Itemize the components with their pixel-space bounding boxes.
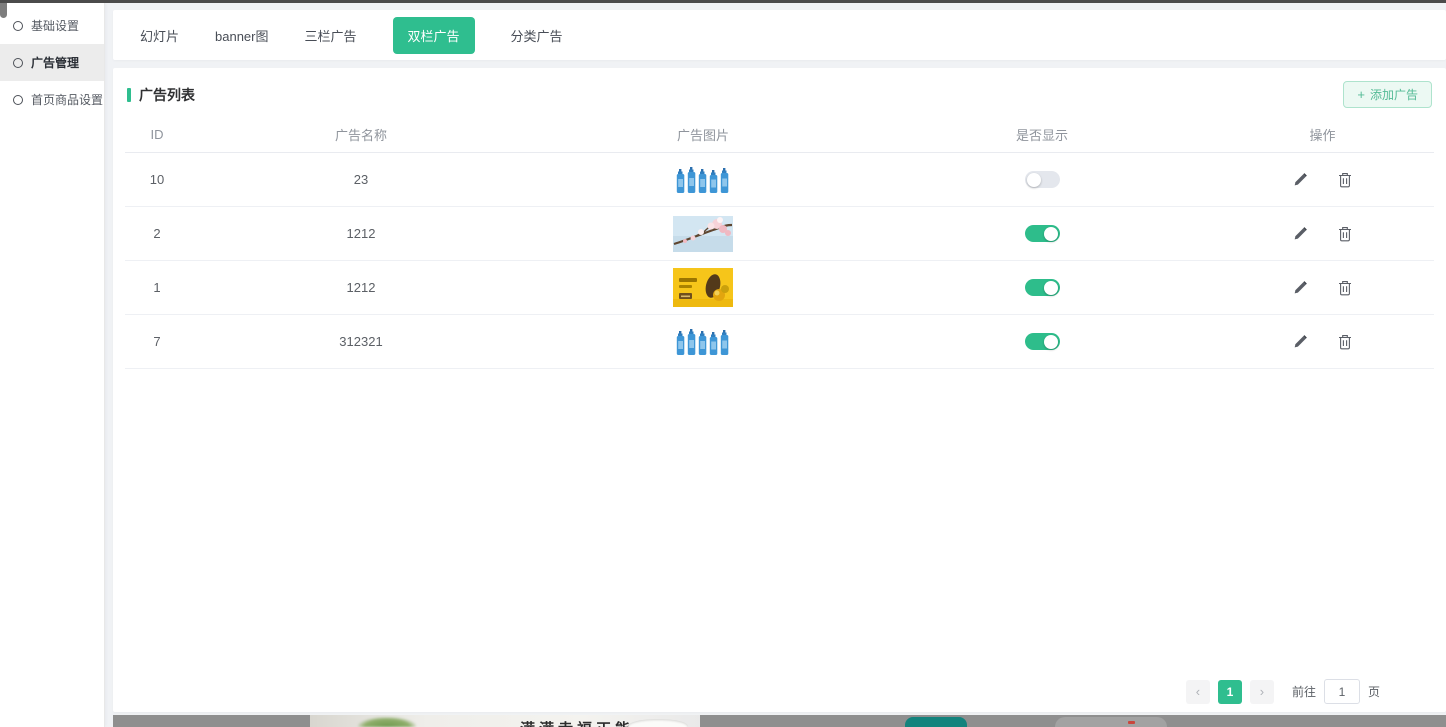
cell-id: 10 bbox=[125, 172, 189, 187]
edit-icon[interactable] bbox=[1293, 172, 1308, 187]
header-ad-image: 广告图片 bbox=[533, 118, 873, 152]
circle-icon bbox=[13, 95, 23, 105]
cell-ad-name: 312321 bbox=[189, 334, 533, 349]
cell-id: 1 bbox=[125, 280, 189, 295]
tab-two-column-ad[interactable]: 双栏广告 bbox=[393, 17, 475, 54]
ad-type-tabs: 幻灯片 banner图 三栏广告 双栏广告 分类广告 bbox=[113, 10, 1446, 60]
ad-thumbnail bbox=[673, 268, 733, 307]
peek-teal-element bbox=[905, 717, 967, 727]
edit-icon[interactable] bbox=[1293, 334, 1308, 349]
app-layout: 基础设置 广告管理 首页商品设置 幻灯片 banner图 三栏广告 双栏广告 分… bbox=[0, 0, 1446, 727]
plate-image bbox=[628, 719, 688, 727]
ad-list-panel: 广告列表 + 添加广告 ID 广告名称 广告图片 是否显示 操作 10 bbox=[113, 68, 1446, 712]
page-number-button[interactable]: 1 bbox=[1218, 680, 1242, 704]
edit-icon[interactable] bbox=[1293, 226, 1308, 241]
panel-title-text: 广告列表 bbox=[139, 85, 195, 105]
goto-page-input[interactable] bbox=[1324, 679, 1360, 704]
toggle-knob bbox=[1044, 227, 1058, 241]
sidebar-item-homepage-products[interactable]: 首页商品设置 bbox=[0, 81, 104, 118]
tab-banner[interactable]: banner图 bbox=[215, 26, 268, 45]
peek-gray-element bbox=[1055, 717, 1167, 727]
cell-ad-name: 23 bbox=[189, 172, 533, 187]
main-content: 幻灯片 banner图 三栏广告 双栏广告 分类广告 广告列表 + 添加广告 I… bbox=[105, 3, 1446, 727]
visibility-toggle[interactable] bbox=[1025, 333, 1060, 350]
delete-icon[interactable] bbox=[1338, 280, 1352, 296]
peek-banner-image: 满满幸福正能量 bbox=[310, 715, 700, 727]
ad-thumbnail bbox=[673, 216, 733, 252]
toggle-knob bbox=[1044, 281, 1058, 295]
panel-header: 广告列表 + 添加广告 bbox=[125, 68, 1434, 118]
toggle-knob bbox=[1027, 173, 1041, 187]
tab-three-column-ad[interactable]: 三栏广告 bbox=[305, 26, 357, 45]
peek-red-mark bbox=[1128, 721, 1135, 724]
header-visibility: 是否显示 bbox=[873, 118, 1211, 152]
circle-icon bbox=[13, 21, 23, 31]
add-ad-button[interactable]: + 添加广告 bbox=[1343, 81, 1432, 108]
table-row: 7 312321 bbox=[125, 315, 1434, 369]
ad-thumbnail bbox=[675, 325, 731, 359]
visibility-toggle[interactable] bbox=[1025, 225, 1060, 242]
cell-id: 2 bbox=[125, 226, 189, 241]
next-page-button[interactable]: › bbox=[1250, 680, 1274, 704]
goto-label: 前往 bbox=[1292, 683, 1316, 700]
header-actions: 操作 bbox=[1211, 118, 1434, 152]
title-accent-bar bbox=[127, 88, 131, 102]
sidebar-item-label: 基础设置 bbox=[31, 17, 79, 34]
add-ad-button-label: 添加广告 bbox=[1370, 86, 1418, 103]
visibility-toggle[interactable] bbox=[1025, 171, 1060, 188]
cell-ad-name: 1212 bbox=[189, 280, 533, 295]
bottom-page-peek: 满满幸福正能量 bbox=[113, 715, 1446, 727]
edit-icon[interactable] bbox=[1293, 280, 1308, 295]
ad-thumbnail bbox=[675, 163, 731, 197]
sidebar-item-basic-settings[interactable]: 基础设置 bbox=[0, 7, 104, 44]
table-row: 1 1212 bbox=[125, 261, 1434, 315]
leaf-image bbox=[358, 717, 416, 727]
panel-title: 广告列表 bbox=[127, 85, 195, 105]
scrollbar-thumb[interactable] bbox=[0, 3, 7, 18]
delete-icon[interactable] bbox=[1338, 334, 1352, 350]
ad-table: ID 广告名称 广告图片 是否显示 操作 10 23 bbox=[125, 118, 1434, 369]
cell-ad-name: 1212 bbox=[189, 226, 533, 241]
pagination: ‹ 1 › 前往 页 bbox=[1186, 679, 1380, 704]
sidebar-item-ad-management[interactable]: 广告管理 bbox=[0, 44, 104, 81]
table-row: 2 1212 bbox=[125, 207, 1434, 261]
tab-category-ad[interactable]: 分类广告 bbox=[511, 26, 563, 45]
circle-icon bbox=[13, 58, 23, 68]
visibility-toggle[interactable] bbox=[1025, 279, 1060, 296]
header-id: ID bbox=[125, 120, 189, 150]
cell-id: 7 bbox=[125, 334, 189, 349]
toggle-knob bbox=[1044, 335, 1058, 349]
page-unit-label: 页 bbox=[1368, 683, 1380, 700]
table-header-row: ID 广告名称 广告图片 是否显示 操作 bbox=[125, 118, 1434, 153]
plus-icon: + bbox=[1357, 87, 1365, 102]
header-ad-name: 广告名称 bbox=[189, 118, 533, 152]
prev-page-button[interactable]: ‹ bbox=[1186, 680, 1210, 704]
sidebar: 基础设置 广告管理 首页商品设置 bbox=[0, 3, 105, 727]
sidebar-item-label: 广告管理 bbox=[31, 54, 79, 71]
delete-icon[interactable] bbox=[1338, 172, 1352, 188]
tab-slideshow[interactable]: 幻灯片 bbox=[140, 26, 179, 45]
delete-icon[interactable] bbox=[1338, 226, 1352, 242]
browser-top-edge bbox=[0, 0, 1446, 3]
sidebar-item-label: 首页商品设置 bbox=[31, 91, 103, 108]
table-row: 10 23 bbox=[125, 153, 1434, 207]
